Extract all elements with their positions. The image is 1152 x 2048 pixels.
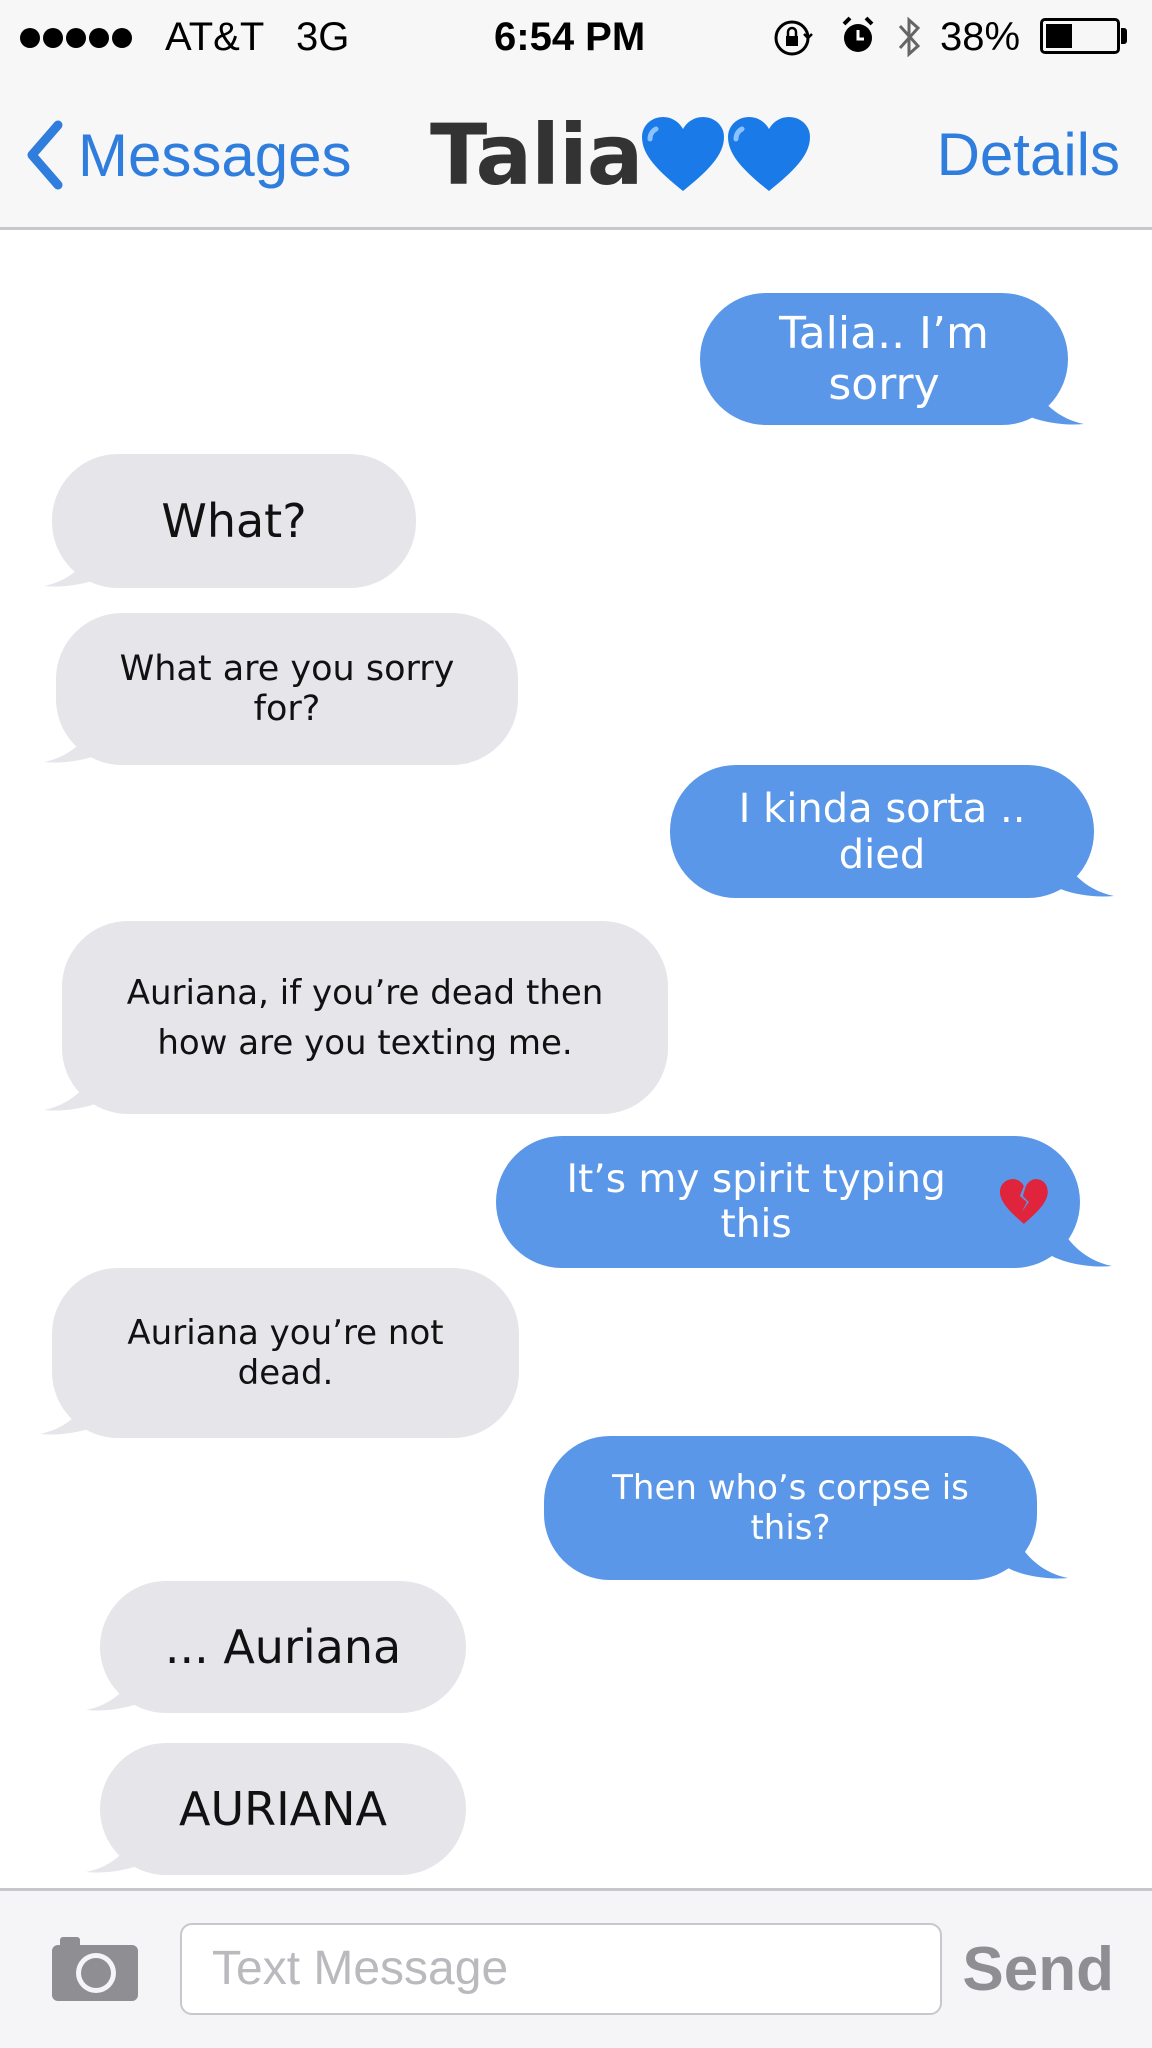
message-bubble-received[interactable]: ... Auriana: [100, 1581, 466, 1713]
messages-screen: AT&T 3G 6:54 PM 38% Messages Talia Detai…: [0, 0, 1152, 2048]
message-bubble-sent[interactable]: It’s my spirit typing this: [496, 1136, 1080, 1268]
blue-heart-icon: [728, 117, 811, 191]
message-bubble-sent[interactable]: I kinda sorta .. died: [670, 765, 1094, 898]
message-text: I kinda sorta .. died: [738, 785, 1026, 878]
message-text: Auriana you’re not dead.: [127, 1313, 444, 1393]
message-text: AURIANA: [178, 1782, 387, 1836]
battery-icon: [1040, 18, 1120, 54]
navigation-bar: Messages Talia Details: [0, 75, 1152, 230]
text-message-input[interactable]: Text Message: [180, 1923, 942, 2015]
status-bar: AT&T 3G 6:54 PM 38%: [0, 0, 1152, 75]
message-input-bar: Text Message Send: [0, 1888, 1152, 2048]
rotation-lock-icon: [774, 20, 813, 56]
send-button[interactable]: Send: [962, 1925, 1114, 2015]
network-type: 3G: [296, 15, 350, 59]
status-time: 6:54 PM: [494, 15, 646, 59]
message-text: What are you sorry for?: [119, 649, 455, 729]
message-text: It’s my spirit typing this: [566, 1157, 946, 1247]
alarm-icon: [842, 16, 874, 52]
details-button[interactable]: Details: [937, 115, 1120, 195]
message-bubble-received[interactable]: Auriana you’re not dead.: [52, 1268, 519, 1438]
broken-heart-icon: [1000, 1179, 1049, 1224]
bluetooth-icon: [898, 16, 921, 58]
camera-icon[interactable]: [50, 1933, 140, 2003]
message-text: Auriana, if you’re dead then how are you…: [126, 972, 604, 1063]
battery-level: [1046, 24, 1072, 48]
message-text: What?: [161, 494, 307, 548]
battery-percent: 38%: [940, 15, 1021, 59]
back-button[interactable]: Messages: [24, 115, 351, 195]
carrier-name: AT&T: [165, 15, 265, 59]
message-bubble-received[interactable]: Auriana, if you’re dead then how are you…: [62, 921, 668, 1114]
message-bubble-received[interactable]: What?: [52, 454, 416, 588]
message-text: ... Auriana: [164, 1620, 402, 1674]
battery-tip: [1121, 28, 1127, 44]
conversation-title: Talia: [430, 105, 814, 205]
message-text: Talia.. I’m sorry: [779, 308, 989, 410]
chevron-left-icon: [27, 120, 63, 190]
message-text: Then who’s corpse is this?: [612, 1468, 969, 1548]
blue-heart-icon: [642, 117, 725, 191]
message-bubble-sent[interactable]: Then who’s corpse is this?: [544, 1436, 1037, 1580]
message-bubble-sent[interactable]: Talia.. I’m sorry: [700, 293, 1068, 425]
message-bubble-received[interactable]: What are you sorry for?: [56, 613, 518, 765]
back-label: Messages: [78, 121, 352, 189]
signal-dots-icon: [20, 28, 135, 53]
contact-name: Talia: [430, 106, 643, 204]
message-bubble-received[interactable]: AURIANA: [100, 1743, 466, 1875]
